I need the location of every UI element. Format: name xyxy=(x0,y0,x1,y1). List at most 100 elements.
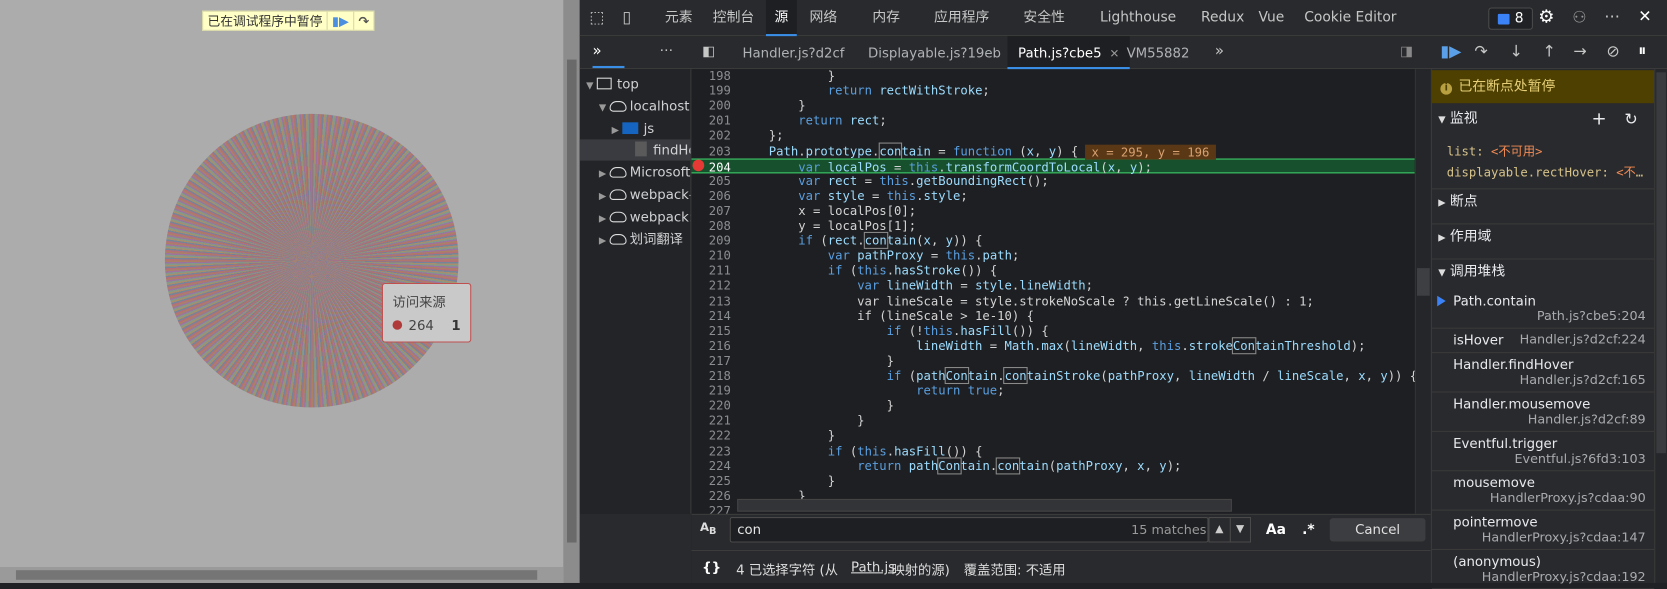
deactivate-breakpoints-icon[interactable]: ⊘ xyxy=(1606,43,1619,60)
line-number[interactable]: 225 xyxy=(691,473,731,488)
page-horizontal-scroll-thumb[interactable] xyxy=(15,570,538,580)
editor-tab[interactable]: Path.js?cbe5 ✕ xyxy=(1007,36,1131,70)
line-number[interactable]: 210 xyxy=(691,248,731,263)
frame-location[interactable]: HandlerProxy.js?cdaa:147 xyxy=(1482,530,1646,545)
line-number[interactable]: 218 xyxy=(691,368,731,383)
line-number[interactable]: 223 xyxy=(691,443,731,458)
line-number[interactable]: 198 xyxy=(691,69,731,83)
add-watch-icon[interactable]: + xyxy=(1591,106,1606,132)
toggle-navigator-icon[interactable]: ◧ xyxy=(702,45,715,59)
call-frame[interactable]: mousemove HandlerProxy.js?cdaa:90 xyxy=(1431,471,1655,511)
more-panels-icon[interactable]: » xyxy=(593,44,602,59)
line-number[interactable]: 226 xyxy=(691,488,731,503)
tab-4[interactable]: 内存 xyxy=(872,0,900,36)
call-frame[interactable]: Handler.mousemove Handler.js?d2cf:89 xyxy=(1431,393,1655,432)
line-number[interactable]: 227 xyxy=(691,503,731,514)
line-number[interactable]: 220 xyxy=(691,398,731,413)
frame-location[interactable]: Eventful.js?6fd3:103 xyxy=(1514,451,1645,466)
match-case-button[interactable]: Aa xyxy=(1266,523,1286,537)
navigator-item[interactable]: ▶ webpack- xyxy=(580,184,690,205)
code-editor[interactable]: 198 } 199 return rectWithStroke; 200 } 201 … xyxy=(691,69,1415,514)
call-frame[interactable]: Handler.findHover Handler.js?d2cf:165 xyxy=(1431,353,1655,393)
navigator-more-icon[interactable]: ⋯ xyxy=(660,44,674,58)
device-toolbar-icon[interactable]: ▯ xyxy=(622,9,631,26)
frame-location[interactable]: Handler.js?d2cf:224 xyxy=(1520,332,1646,348)
resume-button[interactable]: ▮▶ xyxy=(328,11,355,30)
issues-badge[interactable]: 8 xyxy=(1488,7,1533,30)
line-number[interactable]: 211 xyxy=(691,263,731,278)
pretty-print-button[interactable]: {} xyxy=(702,558,721,574)
settings-gear-icon[interactable]: ⚙ xyxy=(1538,8,1554,27)
inspect-element-icon[interactable]: ⬚ xyxy=(589,9,604,26)
navigator-item[interactable]: ▼ localhost: xyxy=(580,96,690,117)
regex-button[interactable]: .* xyxy=(1302,523,1314,537)
resume-icon[interactable]: ▮▶ xyxy=(1440,43,1461,60)
feedback-icon[interactable]: ⚇ xyxy=(1572,9,1586,26)
line-number[interactable]: 213 xyxy=(691,293,731,308)
tab-1[interactable]: 控制台 xyxy=(713,0,755,36)
replace-toggle-icon[interactable]: AB xyxy=(700,521,716,536)
more-tabs-icon[interactable]: » xyxy=(1215,44,1224,59)
editor-tab[interactable]: VM55882 xyxy=(1127,36,1190,69)
call-frame[interactable]: Eventful.trigger Eventful.js?6fd3:103 xyxy=(1431,432,1655,472)
sidebar-scroll-thumb[interactable] xyxy=(1656,72,1666,454)
navigator-item[interactable]: ▶ Microsoft xyxy=(580,162,691,183)
step-over-icon[interactable]: ↷ xyxy=(1474,43,1487,60)
line-number[interactable]: 217 xyxy=(691,353,731,368)
frame-location[interactable]: Handler.js?d2cf:89 xyxy=(1528,412,1646,427)
line-number[interactable]: 200 xyxy=(691,98,731,113)
pause-on-exceptions-icon[interactable]: ⏸ xyxy=(1638,42,1646,59)
navigator-item[interactable]: ▶ webpack: xyxy=(580,206,690,227)
line-number[interactable]: 221 xyxy=(691,413,731,428)
line-number[interactable]: 208 xyxy=(691,218,731,233)
line-number[interactable]: 205 xyxy=(691,173,731,188)
frame-location[interactable]: HandlerProxy.js?cdaa:90 xyxy=(1490,490,1646,505)
editor-horizontal-scrollbar[interactable] xyxy=(737,498,1232,512)
call-frame[interactable]: isHover Handler.js?d2cf:224 xyxy=(1431,329,1655,354)
line-number[interactable]: 219 xyxy=(691,383,731,398)
frame-location[interactable]: Handler.js?d2cf:165 xyxy=(1520,372,1646,387)
frame-location[interactable]: Path.js?cbe5:204 xyxy=(1537,309,1646,324)
line-number[interactable]: 222 xyxy=(691,428,731,443)
navigator-item[interactable]: ▼ top xyxy=(580,73,691,94)
line-number[interactable]: 199 xyxy=(691,83,731,98)
breakpoints-section-header[interactable]: ▶ 断点 xyxy=(1431,188,1655,214)
line-number[interactable]: 209 xyxy=(691,233,731,248)
line-number[interactable]: 207 xyxy=(691,203,731,218)
call-frame[interactable]: Path.contain Path.js?cbe5:204 xyxy=(1431,289,1655,329)
step-icon[interactable]: → xyxy=(1573,43,1586,60)
tab-9[interactable]: Vue xyxy=(1258,0,1284,36)
refresh-watch-icon[interactable]: ↻ xyxy=(1624,106,1637,132)
close-tab-icon[interactable]: ✕ xyxy=(1106,47,1120,61)
line-number[interactable]: 203 xyxy=(691,143,731,158)
scope-section-header[interactable]: ▶ 作用域 xyxy=(1431,223,1655,249)
navigator-item[interactable]: findHov xyxy=(579,139,691,162)
cancel-search-button[interactable]: Cancel xyxy=(1329,518,1426,542)
navigator-item[interactable]: ▶ 划词翻译 xyxy=(580,228,691,249)
tab-2[interactable]: 源 xyxy=(765,0,797,37)
tab-0[interactable]: 元素 xyxy=(665,0,693,36)
tab-7[interactable]: Lighthouse xyxy=(1100,0,1176,36)
pie-chart[interactable] xyxy=(164,113,459,408)
line-number[interactable]: 224 xyxy=(691,458,731,473)
tab-10[interactable]: Cookie Editor xyxy=(1304,0,1396,36)
tab-6[interactable]: 安全性 xyxy=(1023,0,1065,36)
tab-3[interactable]: 网络 xyxy=(810,0,838,36)
frame-location[interactable]: HandlerProxy.js?cdaa:192 xyxy=(1482,569,1646,584)
step-out-icon[interactable]: ↑ xyxy=(1543,43,1556,60)
line-number[interactable]: 215 xyxy=(691,323,731,338)
watch-item[interactable]: list: <不可用> xyxy=(1447,143,1649,160)
editor-scroll-thumb[interactable] xyxy=(1416,268,1430,296)
close-devtools-icon[interactable]: ✕ xyxy=(1638,8,1651,25)
line-number[interactable]: 202 xyxy=(691,128,731,143)
call-frame[interactable]: (anonymous) HandlerProxy.js?cdaa:192 xyxy=(1431,550,1655,589)
line-number[interactable]: 201 xyxy=(691,113,731,128)
tab-8[interactable]: Redux xyxy=(1201,0,1244,36)
line-number[interactable]: 216 xyxy=(691,338,731,353)
callstack-section-header[interactable]: ▼ 调用堆栈 xyxy=(1431,258,1655,285)
source-map-link[interactable]: Path.js xyxy=(851,558,895,574)
step-into-icon[interactable]: ↓ xyxy=(1510,43,1523,60)
watch-section-header[interactable]: ▼ 监视 + ↻ xyxy=(1432,106,1654,132)
breakpoint-marker[interactable] xyxy=(692,159,705,172)
more-options-icon[interactable]: ⋯ xyxy=(1604,8,1620,25)
